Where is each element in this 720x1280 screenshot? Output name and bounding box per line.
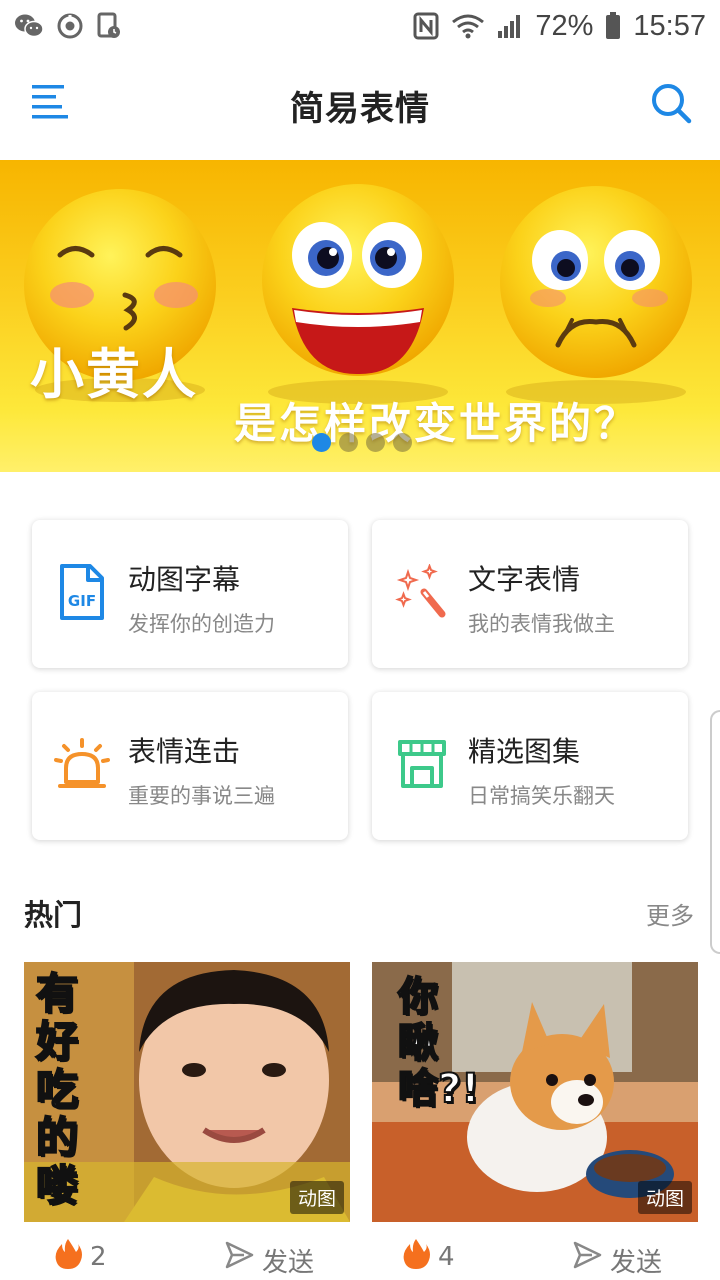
banner-subheadline: 是怎样改变世界的？ bbox=[234, 399, 640, 448]
feature-title: 文字表情 bbox=[468, 563, 581, 596]
wifi-icon bbox=[451, 12, 485, 40]
feature-card-text-emoji[interactable]: 文字表情 我的表情我做主 bbox=[372, 520, 688, 668]
magic-wand-icon bbox=[395, 564, 446, 618]
nfc-icon bbox=[413, 12, 439, 40]
hot-item[interactable]: 有好吃的喽 动图 2 发送 bbox=[24, 962, 350, 1280]
send-button[interactable]: 发送 bbox=[610, 1242, 662, 1279]
gif-file-icon: GIF bbox=[60, 564, 104, 620]
gif-badge: 动图 bbox=[637, 1181, 692, 1214]
store-icon bbox=[398, 740, 446, 788]
battery-percent: 72% bbox=[535, 9, 594, 42]
clock: 15:57 bbox=[633, 9, 706, 42]
feature-subtitle: 我的表情我做主 bbox=[468, 612, 615, 636]
feature-subtitle: 发挥你的创造力 bbox=[128, 612, 275, 636]
carousel-dot-4[interactable] bbox=[393, 433, 412, 452]
more-link[interactable]: 更多 bbox=[646, 896, 694, 931]
section-title-hot: 热门 bbox=[24, 898, 83, 932]
feature-title: 表情连击 bbox=[128, 735, 241, 768]
status-bar: 72% 15:57 bbox=[0, 0, 720, 52]
feature-title: 动图字幕 bbox=[128, 563, 241, 596]
carousel-dot-2[interactable] bbox=[339, 433, 358, 452]
sync-icon bbox=[56, 12, 84, 40]
hot-item[interactable]: 你瞅啥?! 动图 4 发送 bbox=[372, 962, 698, 1280]
wechat-icon bbox=[14, 13, 44, 39]
fire-icon bbox=[403, 1239, 430, 1269]
feature-subtitle: 重要的事说三遍 bbox=[128, 784, 275, 808]
feature-card-gif-caption[interactable]: GIF 动图字幕 发挥你的创造力 bbox=[32, 520, 348, 668]
menu-icon bbox=[32, 85, 68, 119]
signal-icon bbox=[497, 13, 523, 39]
page-title: 简易表情 bbox=[290, 88, 430, 129]
scroll-indicator[interactable] bbox=[710, 710, 720, 954]
fire-icon bbox=[55, 1239, 82, 1269]
feature-card-gallery[interactable]: 精选图集 日常搞笑乐翻天 bbox=[372, 692, 688, 840]
carousel-indicator bbox=[312, 433, 412, 452]
gif-thumbnail-baby[interactable]: 有好吃的喽 动图 bbox=[24, 962, 350, 1222]
hot-count: 2 bbox=[90, 1242, 107, 1272]
alarm-light-icon bbox=[54, 738, 110, 788]
send-icon[interactable] bbox=[572, 1240, 602, 1270]
hot-item-meta: 2 发送 bbox=[24, 1230, 350, 1280]
meme-caption-text: 你瞅啥?! bbox=[397, 973, 480, 1113]
gif-thumbnail-corgi[interactable]: 你瞅啥?! 动图 bbox=[372, 962, 698, 1222]
search-button[interactable] bbox=[650, 82, 692, 124]
menu-button[interactable] bbox=[30, 82, 70, 122]
app-bar: 简易表情 bbox=[0, 52, 720, 158]
battery-icon bbox=[605, 12, 621, 40]
gif-badge: 动图 bbox=[289, 1181, 344, 1214]
carousel-dot-1[interactable] bbox=[312, 433, 331, 452]
carousel-dot-3[interactable] bbox=[366, 433, 385, 452]
feature-title: 精选图集 bbox=[468, 735, 581, 768]
search-icon bbox=[652, 84, 692, 124]
screen-timer-icon bbox=[96, 12, 122, 40]
send-icon[interactable] bbox=[224, 1240, 254, 1270]
meme-caption-text: 有好吃的喽 bbox=[35, 969, 79, 1211]
hot-item-meta: 4 发送 bbox=[372, 1230, 698, 1280]
send-button[interactable]: 发送 bbox=[262, 1242, 314, 1279]
feature-subtitle: 日常搞笑乐翻天 bbox=[468, 784, 615, 808]
feature-card-combo[interactable]: 表情连击 重要的事说三遍 bbox=[32, 692, 348, 840]
svg-text:GIF: GIF bbox=[68, 592, 96, 610]
hot-count: 4 bbox=[438, 1242, 455, 1272]
banner-headline: 小黄人 bbox=[30, 343, 198, 406]
